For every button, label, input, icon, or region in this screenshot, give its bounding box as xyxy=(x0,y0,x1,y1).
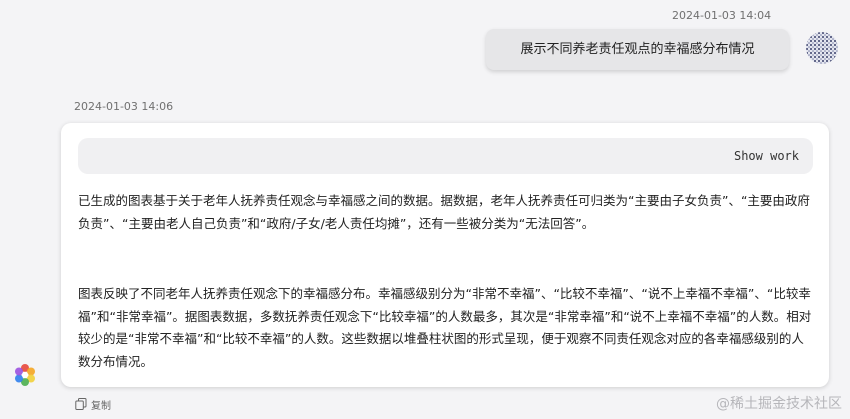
chat-view: 2024-01-03 14:04 展示不同养老责任观点的幸福感分布情况 2024… xyxy=(0,0,850,419)
assistant-message-timestamp: 2024-01-03 14:06 xyxy=(74,100,174,113)
copy-label: 复制 xyxy=(91,400,111,412)
bot-logo-icon xyxy=(12,362,38,388)
avatar-pattern-icon xyxy=(806,32,838,64)
show-work-button[interactable]: Show work xyxy=(734,138,799,174)
copy-icon xyxy=(75,398,87,410)
user-message-timestamp: 2024-01-03 14:04 xyxy=(672,9,772,22)
watermark: @稀土掘金技术社区 xyxy=(716,396,842,412)
response-paragraph: 图表反映了不同老年人抚养责任观念下的幸福感分布。幸福感级别分为“非常不幸福”、“… xyxy=(78,286,812,369)
copy-button[interactable]: 复制 xyxy=(75,396,111,412)
show-work-bar[interactable]: Show work xyxy=(78,138,813,174)
assistant-message-card: Show work 已生成的图表基于关于老年人抚养责任观念与幸福感之间的数据。据… xyxy=(61,123,829,387)
user-avatar[interactable] xyxy=(806,32,838,64)
response-paragraph: 已生成的图表基于关于老年人抚养责任观念与幸福感之间的数据。据数据，老年人抚养责任… xyxy=(78,193,810,231)
user-message-bubble: 展示不同养老责任观点的幸福感分布情况 xyxy=(486,29,789,70)
